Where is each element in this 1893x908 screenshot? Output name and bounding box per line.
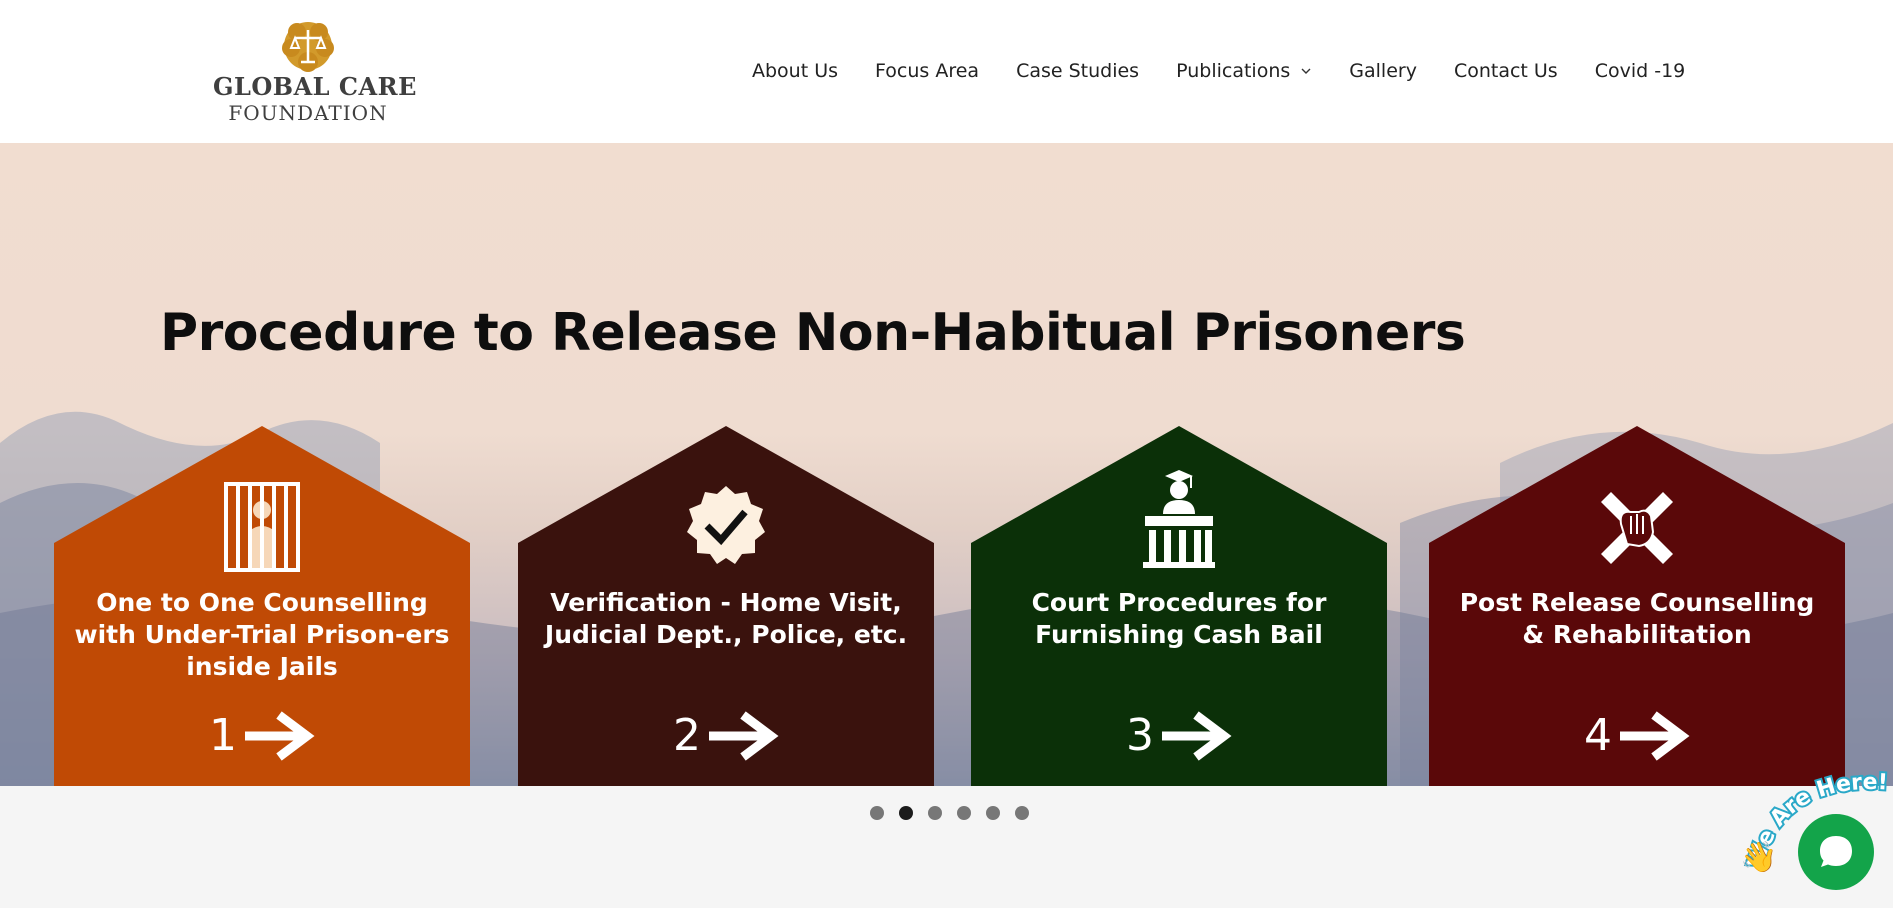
hands-cross-icon <box>1601 492 1673 564</box>
court-judge-icon <box>1143 470 1215 568</box>
main-nav: About Us Focus Area Case Studies Publica… <box>752 57 1685 85</box>
card-1-text: One to One Counselling with Under-Trial … <box>74 588 450 681</box>
slider-dot-4[interactable] <box>957 806 971 820</box>
card-3-text: Court Procedures for Furnishing Cash Bai… <box>1031 588 1327 649</box>
card-1-step: 1 <box>54 710 470 761</box>
nav-contact-us[interactable]: Contact Us <box>1454 60 1558 82</box>
waving-hand-icon: 👋 <box>1740 840 1778 875</box>
card-1-number: 1 <box>209 710 237 761</box>
arrow-right-icon <box>245 710 315 761</box>
site-logo[interactable]: GLOBAL CARE FOUNDATION <box>213 18 417 128</box>
chat-bubble-icon <box>1820 836 1852 867</box>
card-3-step: 3 <box>971 710 1387 761</box>
slider-dot-2[interactable] <box>899 806 913 820</box>
verified-badge-icon <box>687 486 765 564</box>
slider-pagination <box>870 806 1044 820</box>
nav-covid-19[interactable]: Covid -19 <box>1595 60 1686 82</box>
slider-dot-3[interactable] <box>928 806 942 820</box>
card-4-text: Post Release Counselling & Rehabilitatio… <box>1459 588 1815 649</box>
process-step-card-3[interactable]: Court Procedures for Furnishing Cash Bai… <box>971 426 1387 786</box>
nav-case-studies[interactable]: Case Studies <box>1016 60 1139 82</box>
card-4-number: 4 <box>1584 710 1612 761</box>
nav-focus-area[interactable]: Focus Area <box>875 60 979 82</box>
scales-of-justice-logo-icon <box>282 22 334 72</box>
card-4-step: 4 <box>1429 710 1845 761</box>
arrow-right-icon <box>1162 710 1232 761</box>
nav-gallery[interactable]: Gallery <box>1349 60 1417 82</box>
process-step-card-1[interactable]: One to One Counselling with Under-Trial … <box>54 426 470 786</box>
slider-dot-1[interactable] <box>870 806 884 820</box>
nav-publications[interactable]: Publications <box>1176 60 1312 82</box>
chevron-down-icon <box>1301 68 1311 74</box>
card-2-text: Verification - Home Visit, Judicial Dept… <box>544 588 908 649</box>
slider-dot-5[interactable] <box>986 806 1000 820</box>
arrow-right-icon <box>709 710 779 761</box>
nav-publications-label: Publications <box>1176 60 1291 82</box>
hero-title: Procedure to Release Non-Habitual Prison… <box>160 303 1466 363</box>
arrow-right-icon <box>1620 710 1690 761</box>
site-header: GLOBAL CARE FOUNDATION About Us Focus Ar… <box>0 0 1893 143</box>
logo-subtitle: FOUNDATION <box>228 101 388 125</box>
card-3-number: 3 <box>1126 710 1154 761</box>
card-2-step: 2 <box>518 710 934 761</box>
chat-button[interactable] <box>1798 814 1874 890</box>
hero-slide[interactable]: Procedure to Release Non-Habitual Prison… <box>0 143 1893 786</box>
process-step-card-2[interactable]: Verification - Home Visit, Judicial Dept… <box>518 426 934 786</box>
card-2-number: 2 <box>673 710 701 761</box>
slider-dot-6[interactable] <box>1015 806 1029 820</box>
process-step-card-4[interactable]: Post Release Counselling & Rehabilitatio… <box>1429 426 1845 786</box>
nav-about-us[interactable]: About Us <box>752 60 838 82</box>
logo-title: GLOBAL CARE <box>213 72 417 101</box>
prisoner-behind-bars-icon <box>224 482 300 572</box>
